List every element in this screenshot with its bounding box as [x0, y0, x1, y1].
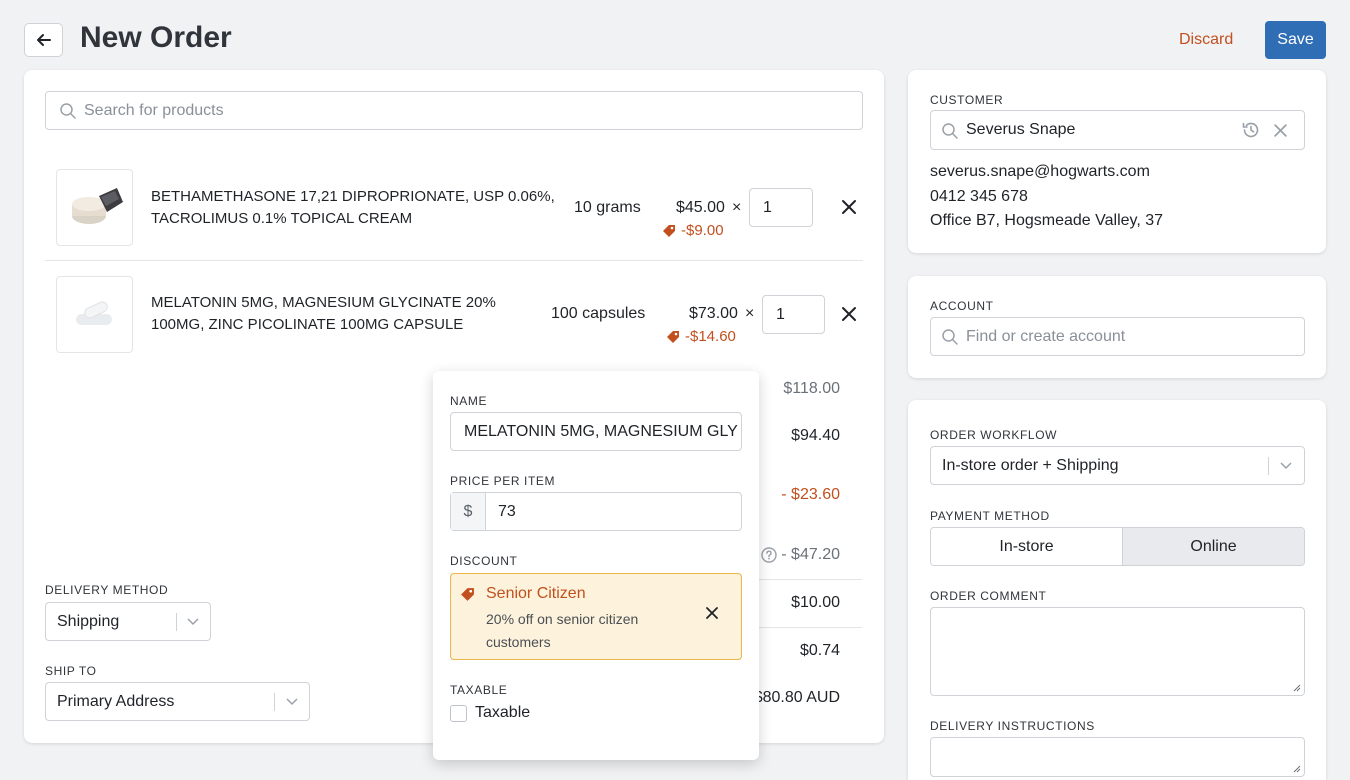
total-value: $80.80 AUD: [753, 689, 840, 706]
product-image: [56, 169, 133, 246]
order-comment-label: ORDER COMMENT: [930, 589, 1047, 603]
taxable-checkbox[interactable]: [450, 705, 467, 722]
select-separator: [274, 693, 275, 711]
clear-icon[interactable]: [1273, 123, 1288, 138]
chevron-down-icon: [286, 698, 298, 706]
divider: [45, 260, 863, 261]
customer-search-input[interactable]: Severus Snape: [930, 110, 1305, 150]
remove-item-icon[interactable]: [841, 306, 857, 322]
product-name: BETHAMETHASONE 17,21 DIPROPRIONATE, USP …: [151, 188, 555, 227]
popover-discount-label: DISCOUNT: [450, 554, 518, 568]
popover-price-input[interactable]: $ 73: [450, 492, 742, 531]
workflow-select[interactable]: In-store order + Shipping: [930, 446, 1305, 485]
popover-name-input[interactable]: MELATONIN 5MG, MAGNESIUM GLY: [450, 412, 742, 451]
product-search-input[interactable]: Search for products: [45, 91, 863, 130]
payment-option-online[interactable]: Online: [1122, 528, 1304, 565]
popover-price-label: PRICE PER ITEM: [450, 474, 556, 488]
account-search-input[interactable]: Find or create account: [930, 317, 1305, 356]
discount-total-value: - $23.60: [781, 486, 840, 503]
account-label: ACCOUNT: [930, 299, 994, 313]
discount-title: Senior Citizen: [486, 585, 586, 602]
remove-item-icon[interactable]: [841, 199, 857, 215]
search-placeholder: Search for products: [84, 102, 224, 119]
product-price: $45.00: [676, 199, 725, 216]
taxable-checkbox-label[interactable]: Taxable: [475, 704, 530, 722]
quantity-input[interactable]: 1: [762, 295, 825, 334]
select-separator: [176, 613, 177, 631]
payment-method-label: PAYMENT METHOD: [930, 509, 1050, 523]
product-image: [56, 276, 133, 353]
chevron-down-icon: [1280, 462, 1292, 470]
customer-details: severus.snape@hogwarts.com 0412 345 678 …: [930, 160, 1163, 234]
product-name: MELATONIN 5MG, MAGNESIUM GLYCINATE 20% 1…: [151, 294, 496, 333]
discount-description: 20% off on senior citizen customers: [486, 611, 639, 650]
popover-taxable-label: TAXABLE: [450, 683, 508, 697]
search-icon: [942, 123, 958, 139]
delivery-method-label: DELIVERY METHOD: [45, 583, 169, 597]
workflow-label: ORDER WORKFLOW: [930, 428, 1058, 442]
ship-to-select[interactable]: Primary Address: [45, 682, 310, 721]
currency-addon: $: [451, 493, 486, 530]
tag-icon: [667, 330, 679, 343]
resize-handle-icon[interactable]: [1291, 763, 1301, 773]
payment-method-toggle: In-store Online: [930, 527, 1305, 566]
search-icon: [942, 329, 958, 345]
times-sign: ×: [745, 305, 755, 322]
subtotal-value: $118.00: [783, 380, 840, 397]
product-unit: 10 grams: [574, 199, 641, 216]
customer-label: CUSTOMER: [930, 93, 1004, 107]
shipping-value: $10.00: [791, 594, 840, 611]
resize-handle-icon[interactable]: [1291, 682, 1301, 692]
popover-name-label: NAME: [450, 394, 488, 408]
discount-card: Senior Citizen 20% off on senior citizen…: [450, 573, 742, 660]
tax-value: $0.74: [799, 642, 840, 659]
history-icon[interactable]: [1241, 120, 1261, 140]
page-title: New Order: [80, 21, 232, 54]
customer-email: severus.snape@hogwarts.com: [930, 163, 1150, 180]
tag-icon: [461, 588, 474, 601]
capsule-icon: [75, 301, 112, 325]
customer-phone: 0412 345 678: [930, 187, 1028, 205]
discard-button[interactable]: Discard: [1179, 31, 1233, 49]
chevron-down-icon: [187, 618, 199, 626]
line-discount: -$9.00: [662, 222, 724, 239]
times-sign: ×: [732, 199, 742, 216]
order-comment-textarea[interactable]: [930, 607, 1305, 696]
discounted-value: $94.40: [791, 427, 840, 444]
tag-icon: [663, 224, 675, 237]
product-price: $73.00: [689, 305, 738, 322]
select-separator: [1268, 457, 1269, 475]
remove-discount-icon[interactable]: [705, 606, 719, 620]
delivery-instructions-label: DELIVERY INSTRUCTIONS: [930, 719, 1095, 733]
other-discount-row: - $47.20: [761, 546, 840, 564]
save-button[interactable]: Save: [1265, 21, 1326, 59]
product-unit: 100 capsules: [551, 305, 646, 322]
help-icon[interactable]: [761, 547, 777, 563]
delivery-method-select[interactable]: Shipping: [45, 602, 211, 641]
customer-address: Office B7, Hogsmeade Valley, 37: [930, 212, 1164, 229]
line-discount: -$14.60: [666, 328, 736, 345]
arrow-left-icon: [36, 34, 51, 46]
ship-to-label: SHIP TO: [45, 664, 97, 678]
payment-option-instore[interactable]: In-store: [931, 528, 1122, 565]
search-icon: [60, 103, 76, 119]
quantity-input[interactable]: 1: [749, 188, 813, 227]
back-button[interactable]: [24, 23, 63, 57]
cream-jar-icon: [71, 187, 123, 224]
delivery-instructions-textarea[interactable]: [930, 737, 1305, 777]
